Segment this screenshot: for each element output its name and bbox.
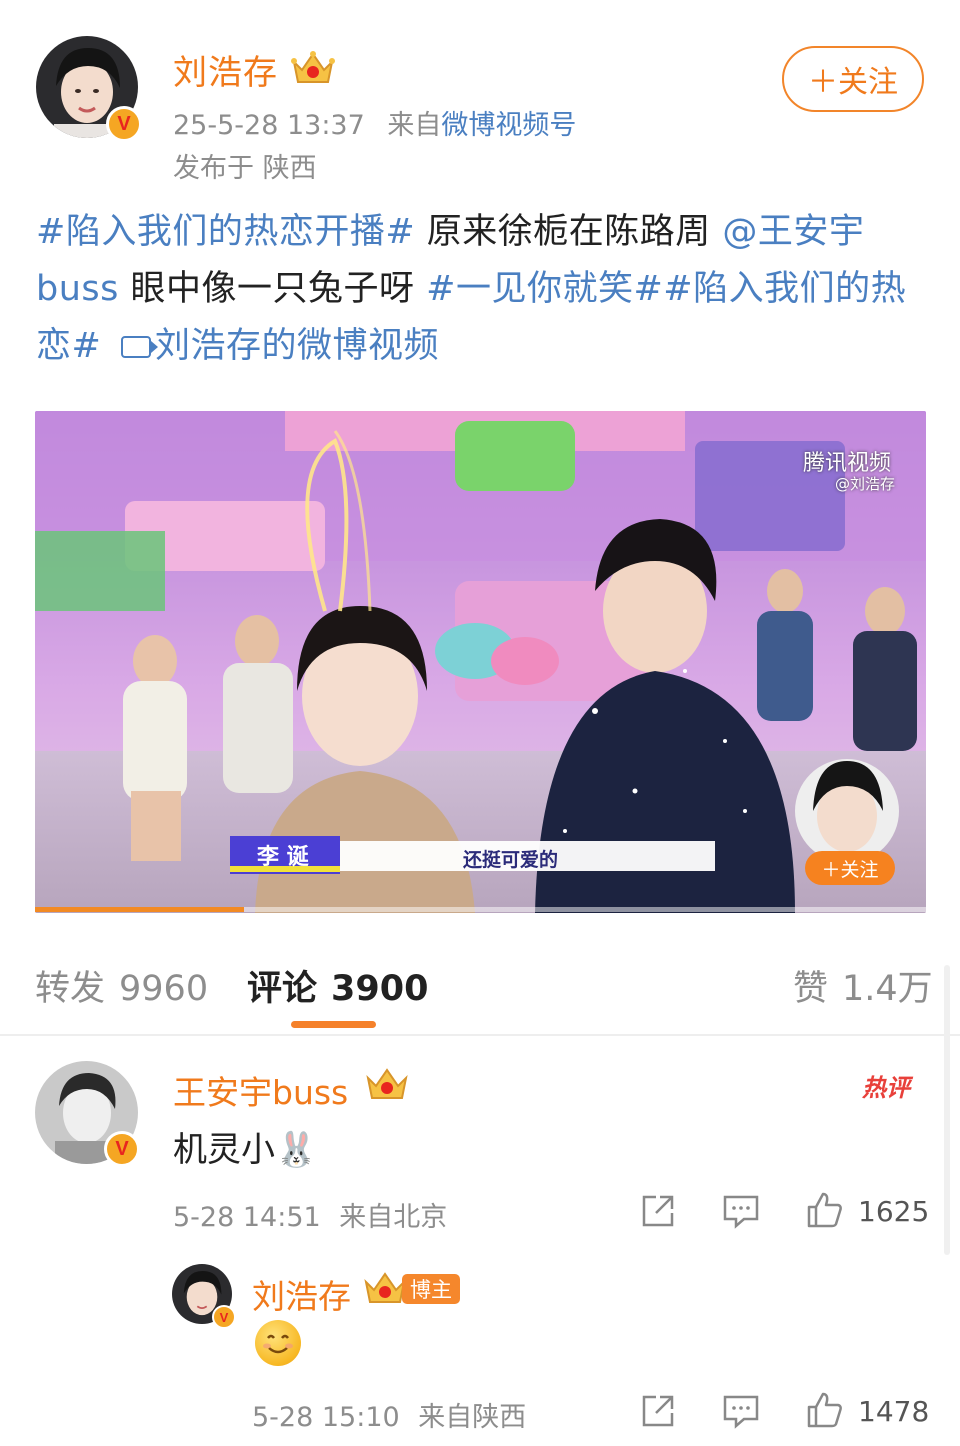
like-icon[interactable] [805,1390,845,1430]
video-player[interactable]: 腾讯视频 @刘浩存 李 诞 还挺可爱的 ＋关注 [35,411,926,913]
tab-label: 赞 [793,969,829,1009]
tab-label: 评论 [247,969,318,1009]
post-location: 发布于 陕西 [173,153,317,184]
crown-badge-icon [290,50,336,90]
like-count: 1625 [858,1195,930,1228]
tab-likes[interactable]: 赞 1.4万 [793,960,933,1011]
verified-v-icon: V [106,106,142,142]
hot-comment-badge: 热评 [862,1074,910,1102]
video-overlay-follow[interactable]: ＋关注 [805,851,895,885]
like-icon[interactable] [805,1190,845,1230]
video-link[interactable]: 刘浩存的微博视频 [155,326,439,366]
verified-v-icon: V [212,1305,236,1329]
commenter-name[interactable]: 刘浩存 [252,1270,351,1318]
post-text: #陷入我们的热恋开播# 原来徐栀在陈路周 @王安宇buss 眼中像一只兔子呀 #… [36,204,926,375]
tab-label: 转发 [35,969,106,1009]
video-subtitle-text: 还挺可爱的 [463,849,559,871]
post-meta: 25-5-28 13:37 来自微博视频号 [173,103,576,142]
author-name[interactable]: 刘浩存 [173,45,278,94]
comment-meta: 5-28 14:51 来自北京 [173,1195,447,1234]
owner-tag: 博主 [402,1274,460,1304]
tab-count: 9960 [119,969,209,1009]
post-source-prefix: 来自 [387,110,442,141]
like-count: 1478 [858,1395,930,1428]
post-body: 眼中像一只兔子呀 [118,269,427,309]
video-progress-fill [35,907,245,912]
share-icon[interactable] [640,1193,676,1229]
comment-icon[interactable] [722,1393,760,1429]
follow-button[interactable]: ＋关注 [782,46,924,112]
tab-count: 1.4万 [842,969,933,1009]
active-tab-indicator [291,1021,376,1028]
comment-text: 机灵小🐰 [173,1130,318,1170]
comment-location: 来自北京 [339,1202,448,1233]
post-time: 25-5-28 13:37 [173,110,365,141]
comment-icon[interactable] [722,1193,760,1229]
tab-comments[interactable]: 评论 3900 [247,960,428,1011]
comment-time: 5-28 15:10 [252,1402,400,1433]
video-progress-bar[interactable] [35,907,926,912]
comment-time: 5-28 14:51 [173,1202,321,1233]
video-watermark-handle: @刘浩存 [835,475,896,493]
smile-emoji [255,1320,301,1366]
post-source[interactable]: 微博视频号 [441,110,576,141]
tab-reposts[interactable]: 转发 9960 [35,960,208,1011]
crown-badge-icon [364,1066,410,1106]
tab-count: 3900 [331,969,429,1009]
hashtag-link[interactable]: #陷入我们的热恋开播# [36,212,415,252]
comment-meta: 5-28 15:10 来自陕西 [252,1395,526,1434]
comment-location: 来自陕西 [418,1402,527,1433]
divider [0,1034,960,1036]
commenter-name[interactable]: 王安宇buss [173,1066,348,1114]
video-link-icon [120,336,158,358]
post-body: 原来徐栀在陈路周 [415,212,723,252]
share-icon[interactable] [640,1393,676,1429]
verified-v-icon: V [104,1131,140,1167]
video-subtitle-name: 李 诞 [257,845,309,870]
scrollbar[interactable] [944,965,950,1255]
